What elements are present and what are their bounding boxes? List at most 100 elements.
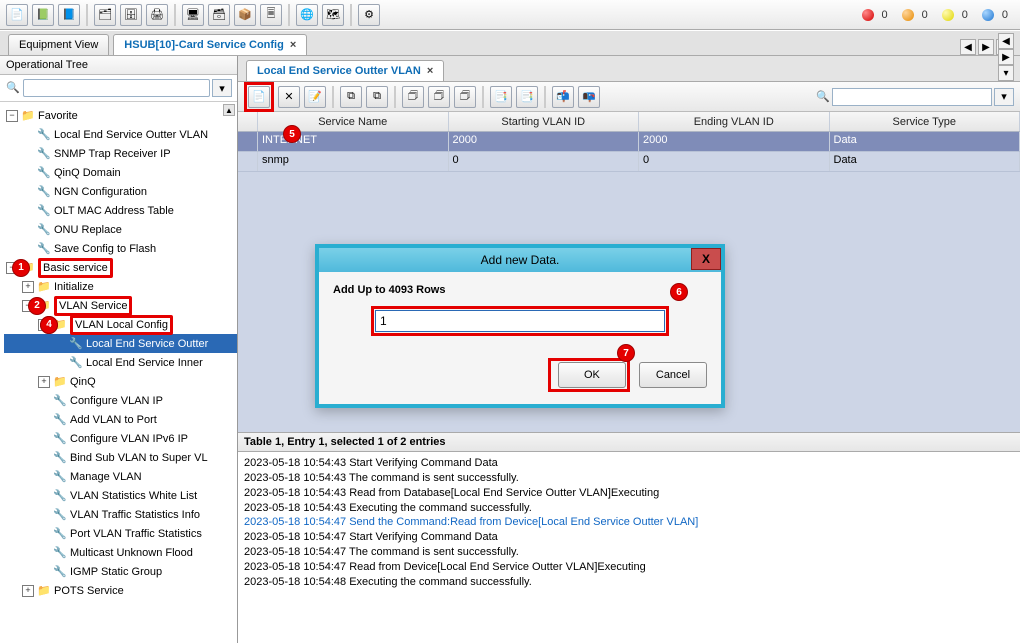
tree-node-vlan-service[interactable]: − 📁 VLAN Service 2 [4, 296, 237, 315]
tree-node-local-outter[interactable]: 🔧Local End Service Outter [4, 334, 237, 353]
toolbar-btn-1[interactable]: 📄 [6, 4, 28, 26]
grid-header-start[interactable]: Starting VLAN ID [449, 112, 640, 131]
rows-input[interactable] [375, 310, 665, 332]
toolbar-btn-7[interactable]: 🖥 [182, 4, 204, 26]
modal-title-text: Add new Data. [481, 253, 560, 267]
tree-label: QinQ [70, 376, 96, 388]
tree-node-vlan-local-config[interactable]: − 📁 VLAN Local Config 3 4 [4, 315, 237, 334]
status-count-yellow: 0 [962, 9, 968, 21]
rbtn-11[interactable]: 📬 [552, 86, 574, 108]
wrench-icon: 🔧 [53, 565, 67, 579]
toolbar-btn-13[interactable]: ⚙ [358, 4, 380, 26]
tab-equipment-view[interactable]: Equipment View [8, 34, 109, 55]
expand-icon[interactable]: + [38, 376, 50, 388]
tree-node-manage-vlan[interactable]: 🔧Manage VLAN [4, 467, 237, 486]
tree-label: IGMP Static Group [70, 566, 162, 578]
rbtn-3[interactable]: 📝 [304, 86, 326, 108]
cell-type: Data [830, 132, 1020, 151]
tree-node-save-flash[interactable]: 🔧Save Config to Flash [4, 239, 237, 258]
tab-nav-prev[interactable]: ◀ [960, 39, 976, 55]
tab-card-service-config[interactable]: HSUB[10]-Card Service Config × [113, 34, 307, 55]
grid-search-dropdown[interactable]: ▾ [994, 88, 1014, 106]
tree-node-conf-vlan-ipv6[interactable]: 🔧Configure VLAN IPv6 IP [4, 429, 237, 448]
modal-label: Add Up to 4093 Rows [333, 284, 445, 296]
tree-node-vlan-whitelist[interactable]: 🔧VLAN Statistics White List [4, 486, 237, 505]
tab-nav-next[interactable]: ▶ [978, 39, 994, 55]
table-row[interactable]: snmp 0 0 Data [238, 152, 1020, 172]
rbtn-2[interactable]: ✕ [278, 86, 300, 108]
content-tab-next[interactable]: ▶ [998, 49, 1014, 65]
toolbar-btn-10[interactable]: 🗏 [260, 4, 282, 26]
grid-header-type[interactable]: Service Type [830, 112, 1020, 131]
rbtn-9[interactable]: 📑 [490, 86, 512, 108]
rbtn-4[interactable]: ⧉ [340, 86, 362, 108]
expand-icon[interactable]: + [22, 585, 34, 597]
rbtn-10[interactable]: 📑 [516, 86, 538, 108]
tree-label: SNMP Trap Receiver IP [54, 148, 171, 160]
tree-label: QinQ Domain [54, 167, 121, 179]
log-line: 2023-05-18 10:54:47 Send the Command:Rea… [244, 515, 1014, 530]
content-tab-list[interactable]: ▾ [998, 65, 1014, 81]
grid-header-end[interactable]: Ending VLAN ID [639, 112, 830, 131]
tree-label: VLAN Statistics White List [70, 490, 197, 502]
toolbar-btn-9[interactable]: 📦 [234, 4, 256, 26]
tree-node-igmp-static[interactable]: 🔧IGMP Static Group [4, 562, 237, 581]
table-row[interactable]: INTERNET 2000 2000 Data [238, 132, 1020, 152]
toolbar-btn-5[interactable]: 🗄 [120, 4, 142, 26]
tree-scroll-up[interactable]: ▲ [223, 104, 235, 116]
rbtn-6[interactable]: 🗇 [402, 86, 424, 108]
tree-node-pots-service[interactable]: +📁POTS Service [4, 581, 237, 600]
rbtn-7[interactable]: 🗇 [428, 86, 450, 108]
tree-node-port-vlan-traffic[interactable]: 🔧Port VLAN Traffic Statistics [4, 524, 237, 543]
tree-label: Manage VLAN [70, 471, 142, 483]
modal-close-button[interactable]: X [691, 248, 721, 270]
tree-node-conf-vlan-ip[interactable]: 🔧Configure VLAN IP [4, 391, 237, 410]
wrench-icon: 🔧 [53, 527, 67, 541]
tab-close-icon[interactable]: × [290, 39, 296, 51]
wrench-icon: 🔧 [53, 432, 67, 446]
expand-icon[interactable]: + [22, 281, 34, 293]
toolbar-btn-6[interactable]: 🖨 [146, 4, 168, 26]
toolbar-btn-12[interactable]: 🗺 [322, 4, 344, 26]
tree-search-dropdown[interactable]: ▾ [212, 79, 232, 97]
tree-node-initialize[interactable]: +📁Initialize [4, 277, 237, 296]
tree-node-qinq-domain[interactable]: 🔧QinQ Domain [4, 163, 237, 182]
wrench-icon: 🔧 [53, 508, 67, 522]
toolbar-btn-4[interactable]: 🗂 [94, 4, 116, 26]
wrench-icon: 🔧 [69, 337, 83, 351]
tree-node-onu-replace[interactable]: 🔧ONU Replace [4, 220, 237, 239]
rbtn-8[interactable]: 🗇 [454, 86, 476, 108]
tree-node-basic-service[interactable]: − 📁 Basic service 1 [4, 258, 237, 277]
add-button[interactable]: 📄 [248, 86, 270, 108]
collapse-icon[interactable]: − [6, 110, 18, 122]
wrench-icon: 🔧 [53, 413, 67, 427]
tree-label: Local End Service Inner [86, 357, 203, 369]
toolbar-btn-11[interactable]: 🌐 [296, 4, 318, 26]
tab-close-icon[interactable]: × [427, 65, 433, 77]
content-tab-prev[interactable]: ◀ [998, 33, 1014, 49]
tree-node-bind-sub-vlan[interactable]: 🔧Bind Sub VLAN to Super VL [4, 448, 237, 467]
tree-node-local-outter-vlan[interactable]: 🔧Local End Service Outter VLAN [4, 125, 237, 144]
rbtn-5[interactable]: ⧉ [366, 86, 388, 108]
toolbar-btn-2[interactable]: 📗 [32, 4, 54, 26]
content-tab[interactable]: Local End Service Outter VLAN × [246, 60, 444, 81]
tree-node-local-inner[interactable]: 🔧Local End Service Inner [4, 353, 237, 372]
tree-search-input[interactable] [23, 79, 210, 97]
tree-node-snmp-trap[interactable]: 🔧SNMP Trap Receiver IP [4, 144, 237, 163]
tree-node-multicast-flood[interactable]: 🔧Multicast Unknown Flood [4, 543, 237, 562]
rbtn-12[interactable]: 📭 [578, 86, 600, 108]
tree-node-add-vlan-port[interactable]: 🔧Add VLAN to Port [4, 410, 237, 429]
wrench-icon: 🔧 [69, 356, 83, 370]
row-indicator [238, 152, 258, 171]
tree-node-ngn[interactable]: 🔧NGN Configuration [4, 182, 237, 201]
toolbar-btn-3[interactable]: 📘 [58, 4, 80, 26]
tree-node-favorite[interactable]: − 📁 Favorite [4, 106, 237, 125]
cancel-button[interactable]: Cancel [639, 362, 707, 388]
tree-node-vlan-traffic-stats[interactable]: 🔧VLAN Traffic Statistics Info [4, 505, 237, 524]
tree-node-qinq[interactable]: +📁QinQ [4, 372, 237, 391]
ok-button[interactable]: OK [558, 362, 626, 388]
status-count-red: 0 [882, 9, 888, 21]
grid-search-input[interactable] [832, 88, 992, 106]
tree-node-olt-mac[interactable]: 🔧OLT MAC Address Table [4, 201, 237, 220]
toolbar-btn-8[interactable]: 🗃 [208, 4, 230, 26]
